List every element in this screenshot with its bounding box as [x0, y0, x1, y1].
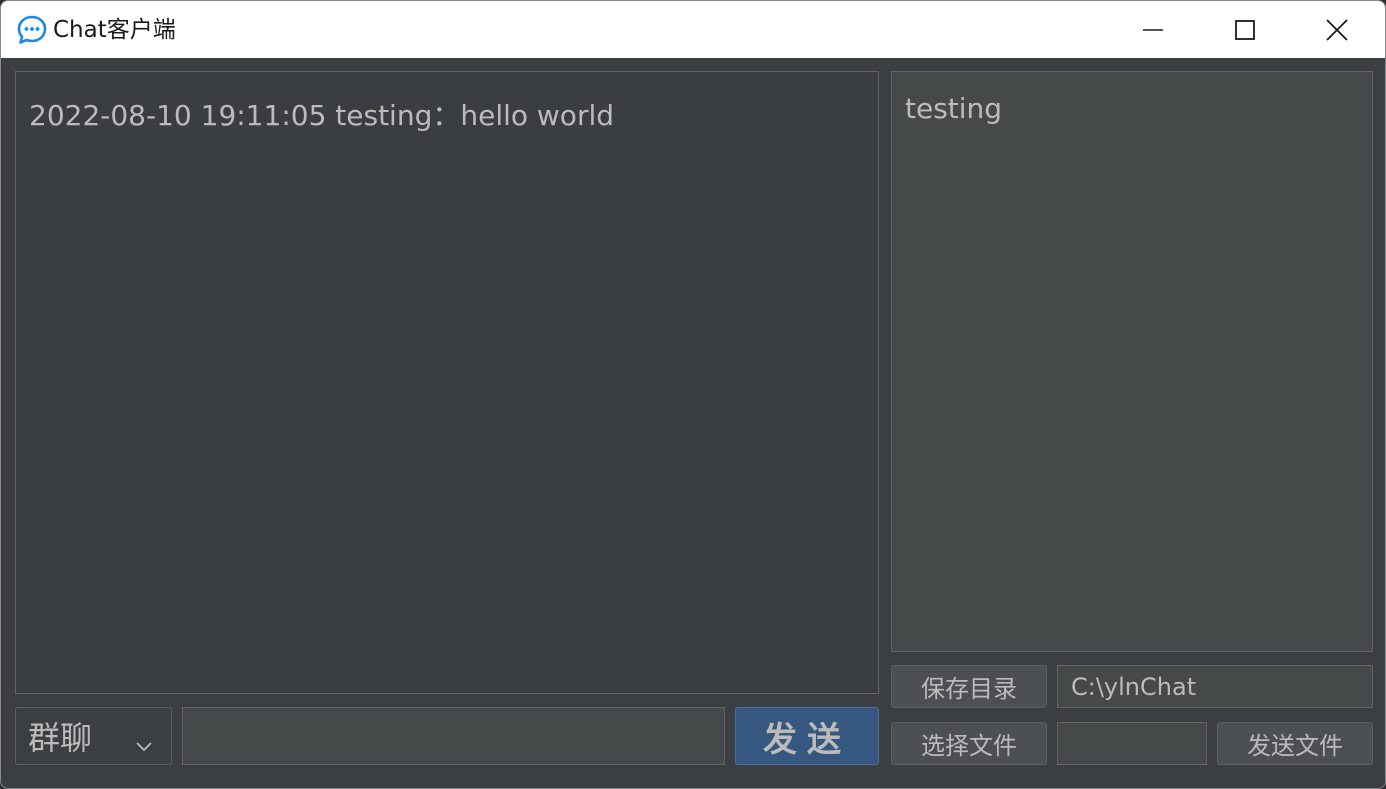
chat-message-area[interactable]: 2022-08-10 19:11:05 testing：hello world — [15, 71, 879, 694]
message-input[interactable] — [182, 707, 725, 765]
main-content: 2022-08-10 19:11:05 testing：hello world … — [1, 58, 1385, 788]
send-file-button[interactable]: 发送文件 — [1217, 722, 1373, 765]
minimize-button[interactable] — [1107, 1, 1199, 58]
chat-mode-select[interactable]: 群聊 — [15, 707, 172, 765]
online-user-list[interactable]: testing — [891, 71, 1373, 652]
maximize-icon — [1234, 19, 1256, 41]
app-window: Chat客户端 2022-08-10 19:11:05 testing：hell… — [0, 0, 1386, 789]
window-title: Chat客户端 — [53, 17, 176, 43]
user-list-item[interactable]: testing — [905, 92, 1002, 125]
send-button[interactable]: 发送 — [735, 707, 879, 765]
save-directory-button[interactable]: 保存目录 — [891, 665, 1047, 708]
chat-bubble-icon — [17, 15, 47, 45]
chat-mode-value: 群聊 — [28, 719, 93, 757]
close-icon — [1326, 18, 1348, 41]
close-button[interactable] — [1291, 1, 1383, 58]
minimize-icon — [1142, 19, 1164, 41]
save-directory-field[interactable]: C:\ylnChat — [1057, 665, 1373, 708]
title-bar[interactable]: Chat客户端 — [1, 1, 1385, 58]
choose-file-button[interactable]: 选择文件 — [891, 722, 1047, 765]
maximize-button[interactable] — [1199, 1, 1291, 58]
chat-message: 2022-08-10 19:11:05 testing：hello world — [29, 99, 615, 132]
selected-file-field[interactable] — [1057, 722, 1207, 765]
chevron-down-icon — [134, 726, 154, 764]
